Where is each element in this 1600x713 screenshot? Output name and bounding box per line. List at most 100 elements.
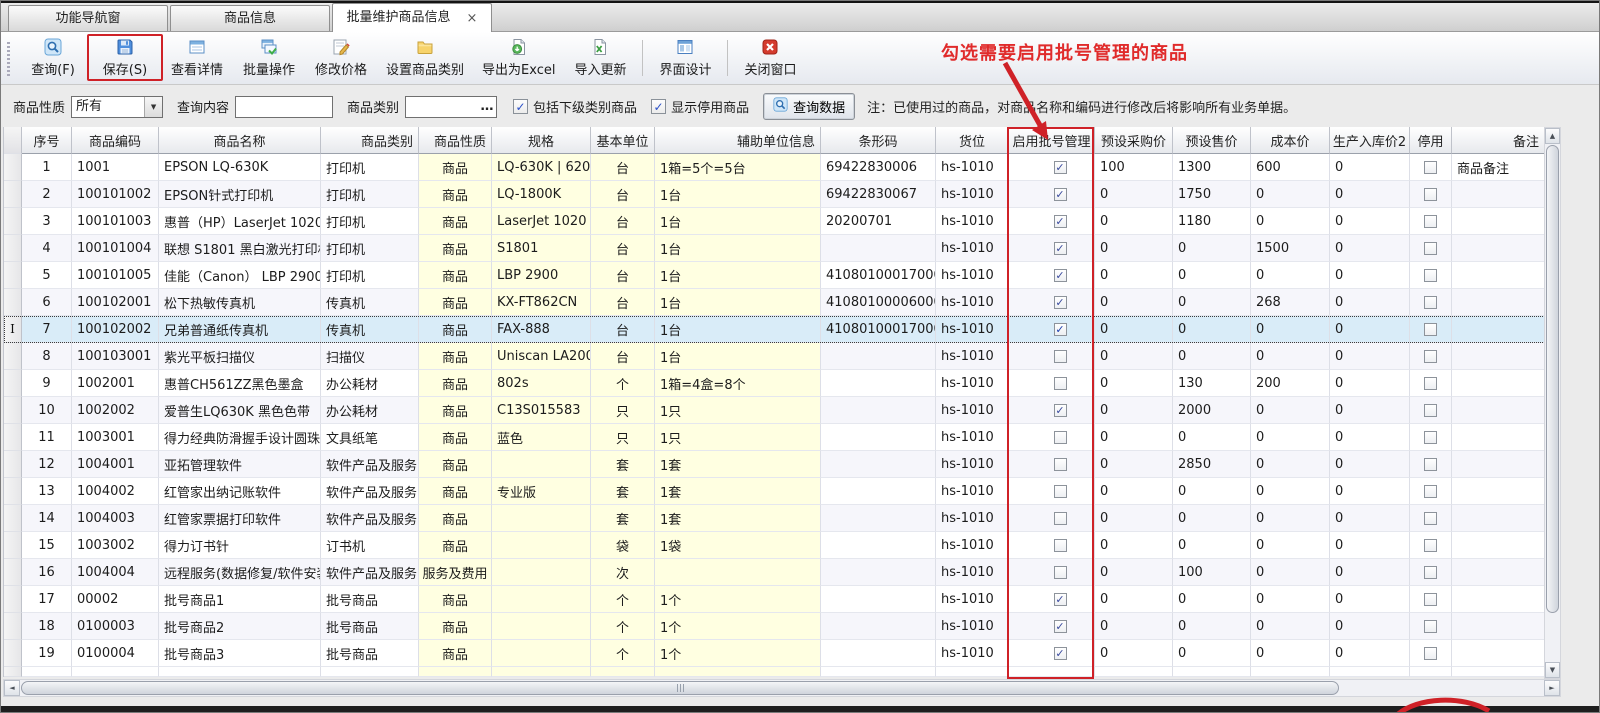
search-input[interactable] xyxy=(235,96,333,118)
cell-barcode[interactable]: 410801000170001 xyxy=(821,316,936,343)
query-button[interactable]: 查询(F) xyxy=(17,34,89,82)
cell-nature[interactable]: 商品 xyxy=(419,208,492,235)
enable-batch-checkbox[interactable] xyxy=(1054,431,1067,444)
cell-code[interactable]: 0100003 xyxy=(72,613,159,640)
cell-cost[interactable]: 0 xyxy=(1251,316,1330,343)
cell-code[interactable]: 1003002 xyxy=(72,532,159,559)
cell-name[interactable]: 佳能（Canon） LBP 2900+ 黑 xyxy=(159,262,321,289)
row-indicator[interactable] xyxy=(4,613,22,640)
cell-note[interactable] xyxy=(1452,586,1545,613)
row-indicator[interactable] xyxy=(4,370,22,397)
tab-close-icon[interactable]: × xyxy=(467,12,478,25)
cell-aux[interactable]: 1台 xyxy=(655,181,821,208)
table-row[interactable]: 161004004远程服务(数据修复/软件安装)软件产品及服务服务及费用次hs-… xyxy=(4,559,1545,586)
cell-note[interactable] xyxy=(1452,262,1545,289)
cell-code[interactable]: 0100004 xyxy=(72,640,159,667)
cell-prod[interactable]: 0 xyxy=(1330,613,1410,640)
cell-code[interactable]: 100103001 xyxy=(72,343,159,370)
row-indicator[interactable] xyxy=(4,262,22,289)
cell-disabled[interactable] xyxy=(1410,235,1452,262)
cell-location[interactable]: hs-1010 xyxy=(936,397,1009,424)
row-indicator[interactable] xyxy=(4,559,22,586)
cell-aux[interactable]: 1台 xyxy=(655,208,821,235)
edit-price-button[interactable]: 修改价格 xyxy=(305,34,377,82)
cell-disabled[interactable] xyxy=(1410,262,1452,289)
cell-spec[interactable]: 蓝色 xyxy=(492,424,591,451)
cell-prod[interactable]: 0 xyxy=(1330,154,1410,181)
column-header-category[interactable]: 商品类别 xyxy=(321,127,419,154)
cell-location[interactable]: hs-1010 xyxy=(936,478,1009,505)
tab-product-info[interactable]: 商品信息 xyxy=(170,5,330,31)
cell-note[interactable] xyxy=(1452,559,1545,586)
cell-category[interactable]: 传真机 xyxy=(321,316,419,343)
cell-aux[interactable]: 1套 xyxy=(655,505,821,532)
cell-category[interactable]: 订书机 xyxy=(321,532,419,559)
disable-checkbox[interactable] xyxy=(1424,350,1437,363)
cell-location[interactable]: hs-1010 xyxy=(936,235,1009,262)
cell-sale[interactable]: 2000 xyxy=(1173,397,1251,424)
cell-barcode[interactable] xyxy=(821,424,936,451)
scroll-down-icon[interactable]: ▼ xyxy=(1545,662,1560,678)
cell-purchase[interactable]: 0 xyxy=(1095,262,1173,289)
cell-nature[interactable]: 商品 xyxy=(419,343,492,370)
horizontal-scrollbar[interactable]: ◄ ► xyxy=(3,679,1561,697)
cell-location[interactable]: hs-1010 xyxy=(936,505,1009,532)
cell-unit[interactable]: 台 xyxy=(591,235,655,262)
cell-nature[interactable]: 商品 xyxy=(419,640,492,667)
row-indicator[interactable] xyxy=(4,343,22,370)
cell-disabled[interactable] xyxy=(1410,289,1452,316)
cell-purchase[interactable]: 0 xyxy=(1095,316,1173,343)
tab-batch-maintain-product-info[interactable]: 批量维护商品信息× xyxy=(332,3,492,32)
cell-purchase[interactable]: 0 xyxy=(1095,505,1173,532)
cell-batch[interactable]: ✓ xyxy=(1009,289,1095,316)
cell-unit[interactable]: 个 xyxy=(591,586,655,613)
cell-purchase[interactable]: 0 xyxy=(1095,208,1173,235)
cell-prod[interactable]: 0 xyxy=(1330,370,1410,397)
cell-cost[interactable]: 0 xyxy=(1251,208,1330,235)
cell-location[interactable]: hs-1010 xyxy=(936,640,1009,667)
table-row[interactable]: 1700002批号商品1批号商品商品个1个hs-1010✓0000 xyxy=(4,586,1545,613)
cell-code[interactable]: 1002002 xyxy=(72,397,159,424)
cell-spec[interactable]: LQ-630K | 620K xyxy=(492,154,591,181)
cell-spec[interactable]: C13S015583 xyxy=(492,397,591,424)
cell-cost[interactable]: 0 xyxy=(1251,586,1330,613)
cell-spec[interactable] xyxy=(492,640,591,667)
cell-prod[interactable]: 0 xyxy=(1330,343,1410,370)
cell-barcode[interactable] xyxy=(821,478,936,505)
cell-sale[interactable]: 0 xyxy=(1173,586,1251,613)
scroll-right-icon[interactable]: ► xyxy=(1544,680,1560,696)
table-row[interactable]: 141004003红管家票据打印软件软件产品及服务商品套1套hs-1010000… xyxy=(4,505,1545,532)
disable-checkbox[interactable] xyxy=(1424,323,1437,336)
row-indicator[interactable] xyxy=(4,478,22,505)
cell-category[interactable]: 打印机 xyxy=(321,181,419,208)
cell-category[interactable]: 批号商品 xyxy=(321,613,419,640)
cell-aux[interactable]: 1台 xyxy=(655,316,821,343)
cell-barcode[interactable] xyxy=(821,235,936,262)
row-indicator[interactable] xyxy=(4,397,22,424)
cell-category[interactable]: 扫描仪 xyxy=(321,343,419,370)
disable-checkbox[interactable] xyxy=(1424,647,1437,660)
enable-batch-checkbox[interactable]: ✓ xyxy=(1054,620,1067,633)
cell-barcode[interactable] xyxy=(821,613,936,640)
cell-num[interactable]: 15 xyxy=(22,532,72,559)
cell-category[interactable]: 打印机 xyxy=(321,154,419,181)
cell-name[interactable]: 远程服务(数据修复/软件安装) xyxy=(159,559,321,586)
cell-num[interactable]: 9 xyxy=(22,370,72,397)
cell-name[interactable]: 批号商品3 xyxy=(159,640,321,667)
cell-barcode[interactable]: 20200701 xyxy=(821,208,936,235)
cell-spec[interactable] xyxy=(492,532,591,559)
table-row[interactable]: 6100102001松下热敏传真机传真机商品KX-FT862CN台1台41080… xyxy=(4,289,1545,316)
cell-prod[interactable]: 0 xyxy=(1330,478,1410,505)
cell-category[interactable]: 软件产品及服务 xyxy=(321,451,419,478)
cell-nature[interactable]: 商品 xyxy=(419,235,492,262)
cell-code[interactable]: 1004002 xyxy=(72,478,159,505)
row-indicator[interactable] xyxy=(4,505,22,532)
cell-unit[interactable]: 台 xyxy=(591,154,655,181)
cell-unit[interactable]: 套 xyxy=(591,505,655,532)
cell-num[interactable]: 6 xyxy=(22,289,72,316)
cell-note[interactable] xyxy=(1452,343,1545,370)
cell-nature[interactable]: 商品 xyxy=(419,532,492,559)
cell-num[interactable]: 3 xyxy=(22,208,72,235)
cell-note[interactable] xyxy=(1452,532,1545,559)
cell-code[interactable]: 100102001 xyxy=(72,289,159,316)
